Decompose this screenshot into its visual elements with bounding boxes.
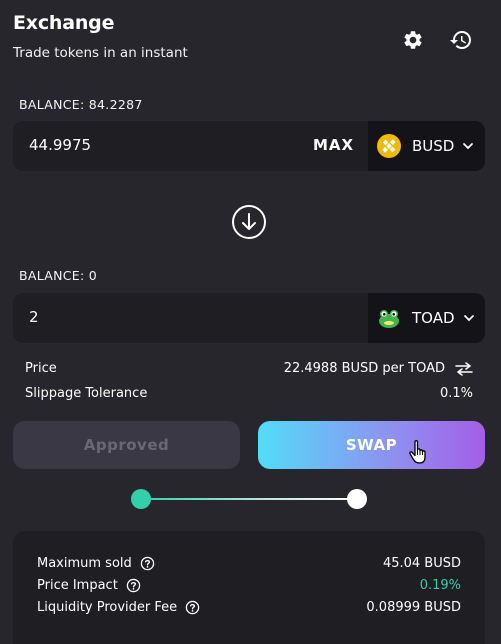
slippage-label: Slippage Tolerance (25, 386, 148, 401)
switch-tokens-button[interactable] (231, 204, 267, 240)
busd-logo-icon (377, 134, 401, 158)
from-token-name: BUSD (412, 137, 455, 155)
page-subtitle: Trade tokens in an instant (13, 45, 188, 61)
page-title: Exchange (13, 12, 115, 34)
price-impact-label: Price Impact (37, 578, 118, 593)
gear-icon (404, 31, 422, 49)
from-amount-field[interactable]: 44.9975 MAX BUSD (13, 121, 485, 171)
maximum-sold-label: Maximum sold (37, 556, 132, 571)
history-button[interactable] (448, 27, 474, 53)
maximum-sold-value: 45.04 BUSD (382, 556, 461, 571)
price-row: Price 22.4988 BUSD per TOAD (25, 361, 473, 376)
chevron-down-icon (463, 315, 474, 322)
swap-button-label: SWAP (345, 436, 398, 454)
from-amount-input[interactable]: 44.9975 (29, 136, 91, 154)
from-balance: BALANCE: 84.2287 (19, 97, 143, 112)
hand-pointer-icon (409, 440, 426, 464)
price-impact-value: 0.19% (419, 578, 461, 593)
lp-fee-label: Liquidity Provider Fee (37, 600, 178, 615)
to-balance: BALANCE: 0 (19, 268, 98, 283)
approved-button[interactable]: Approved (13, 421, 240, 469)
settings-button[interactable] (400, 27, 426, 53)
maximum-sold-row: Maximum sold 45.04 BUSD (37, 556, 461, 571)
toad-logo-icon (379, 310, 399, 328)
step-2-dot (347, 489, 367, 509)
from-token-selector[interactable]: BUSD (368, 121, 485, 171)
history-icon (450, 31, 471, 50)
step-progress-track (141, 498, 357, 500)
swap-button[interactable]: SWAP (258, 421, 485, 469)
chevron-down-icon (463, 143, 474, 150)
lp-fee-value: 0.08999 BUSD (366, 600, 461, 615)
max-button[interactable]: MAX (313, 136, 354, 154)
price-label: Price (25, 361, 57, 376)
slippage-row: Slippage Tolerance 0.1% (25, 386, 473, 401)
trade-summary-panel: Maximum sold 45.04 BUSD Price Impact 0.1… (13, 531, 485, 644)
price-impact-row: Price Impact 0.19% (37, 578, 461, 593)
question-circle-icon[interactable] (185, 600, 200, 615)
lp-fee-row: Liquidity Provider Fee 0.08999 BUSD (37, 600, 461, 615)
to-amount-input[interactable]: 2 (29, 308, 39, 326)
swap-direction-icon[interactable] (455, 361, 473, 376)
question-circle-icon[interactable] (140, 556, 155, 571)
slippage-value: 0.1% (439, 386, 473, 401)
to-token-selector[interactable]: TOAD (368, 293, 485, 343)
question-circle-icon[interactable] (126, 578, 141, 593)
step-1-dot (131, 489, 151, 509)
to-amount-field[interactable]: 2 TOAD (13, 293, 485, 343)
to-token-name: TOAD (412, 309, 455, 327)
arrow-down-circle-icon (232, 205, 266, 239)
price-value: 22.4988 BUSD per TOAD (283, 361, 445, 376)
